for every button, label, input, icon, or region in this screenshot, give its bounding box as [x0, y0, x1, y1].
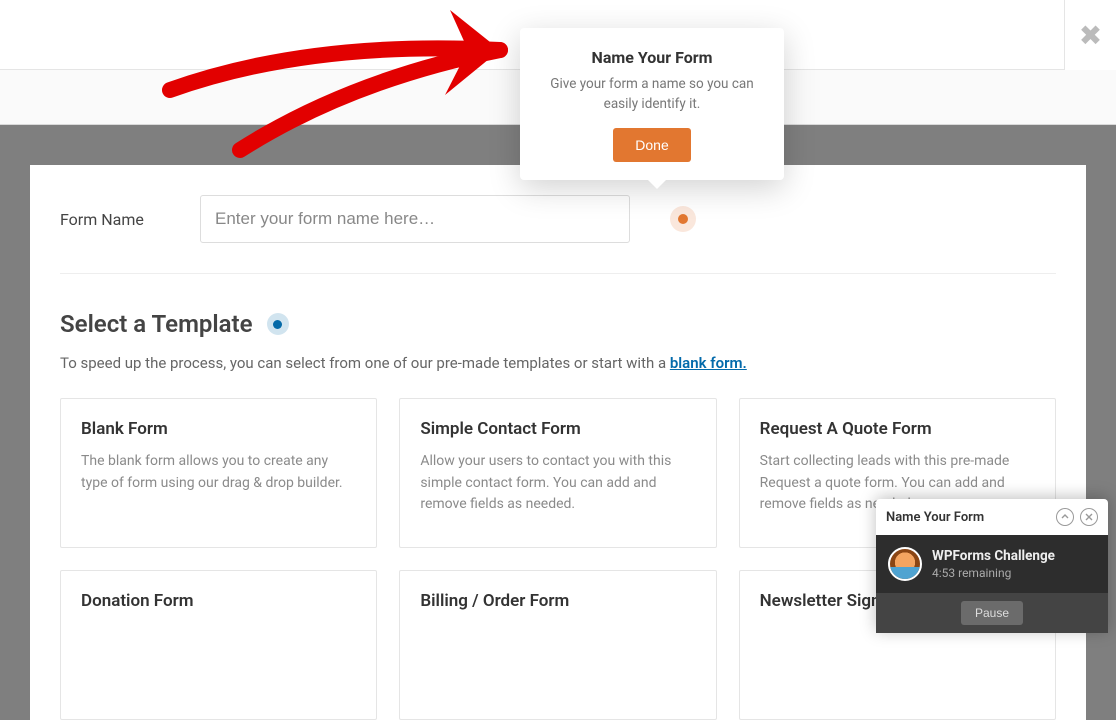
widget-header-title: Name Your Form — [886, 510, 984, 525]
avatar — [888, 547, 922, 581]
dot-icon — [273, 320, 282, 329]
form-name-input[interactable] — [200, 195, 630, 243]
close-icon[interactable] — [1080, 508, 1098, 526]
template-title: Simple Contact Form — [420, 419, 695, 439]
template-title: Request A Quote Form — [760, 419, 1035, 439]
collapse-icon[interactable] — [1056, 508, 1074, 526]
popover-body: Give your form a name so you can easily … — [538, 75, 766, 114]
content-wrapper: Form Name Select a Template To speed up … — [0, 165, 1116, 720]
popover-done-button[interactable]: Done — [613, 128, 690, 162]
widget-body: WPForms Challenge 4:53 remaining — [876, 535, 1108, 593]
challenge-remaining: 4:53 remaining — [932, 566, 1011, 580]
widget-text: WPForms Challenge 4:53 remaining — [932, 548, 1055, 581]
close-icon: ✖ — [1079, 19, 1102, 52]
widget-header: Name Your Form — [876, 499, 1108, 535]
close-button[interactable]: ✖ — [1064, 0, 1116, 70]
widget-header-icons — [1056, 508, 1098, 526]
template-subtext: To speed up the process, you can select … — [60, 354, 1056, 372]
template-card-contact[interactable]: Simple Contact Form Allow your users to … — [399, 398, 716, 548]
form-name-step-dot — [670, 206, 696, 232]
dot-icon — [678, 214, 688, 224]
popover-title: Name Your Form — [538, 48, 766, 67]
challenge-title: WPForms Challenge — [932, 548, 1055, 564]
template-title: Donation Form — [81, 591, 356, 611]
template-card-donation[interactable]: Donation Form — [60, 570, 377, 720]
form-name-label: Form Name — [60, 210, 160, 229]
pause-button[interactable]: Pause — [961, 601, 1023, 625]
template-step-dot — [267, 313, 289, 335]
widget-footer: Pause — [876, 593, 1108, 633]
challenge-widget: Name Your Form WPForms Challenge 4:53 re… — [876, 499, 1108, 633]
template-heading: Select a Template — [60, 310, 253, 338]
template-title: Blank Form — [81, 419, 356, 439]
blank-form-link[interactable]: blank form. — [670, 354, 747, 372]
name-form-popover: Name Your Form Give your form a name so … — [520, 28, 784, 180]
main-card: Form Name Select a Template To speed up … — [30, 165, 1086, 720]
template-title: Billing / Order Form — [420, 591, 695, 611]
template-heading-row: Select a Template — [60, 310, 1056, 338]
template-subtext-text: To speed up the process, you can select … — [60, 354, 670, 372]
form-name-row: Form Name — [60, 195, 1056, 274]
template-card-blank[interactable]: Blank Form The blank form allows you to … — [60, 398, 377, 548]
template-desc: The blank form allows you to create any … — [81, 451, 356, 494]
template-desc: Allow your users to contact you with thi… — [420, 451, 695, 516]
template-card-billing[interactable]: Billing / Order Form — [399, 570, 716, 720]
